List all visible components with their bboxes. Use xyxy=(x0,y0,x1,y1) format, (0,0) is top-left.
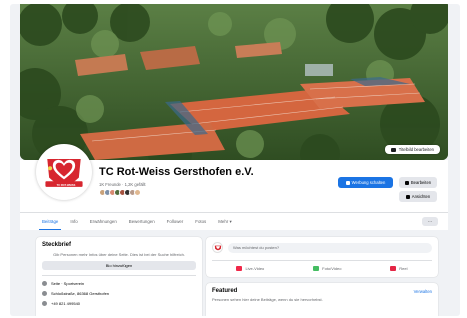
reel-button[interactable]: Reel xyxy=(390,266,408,271)
friend-avatars[interactable] xyxy=(99,189,141,196)
profile-header: TC ROT-WEISS TC Rot-Weiss Gersthofen e.V… xyxy=(20,144,448,212)
featured-title: Featured xyxy=(212,288,238,294)
phone-text: +49 821 499540 xyxy=(51,301,81,306)
divider xyxy=(42,275,196,276)
edit-cover-button[interactable]: Titelbild bearbeiten xyxy=(384,145,440,154)
location-pin-icon xyxy=(42,291,47,296)
live-video-button[interactable]: Live-Video xyxy=(236,266,264,271)
club-logo-icon xyxy=(38,146,90,198)
composer-input[interactable]: Was möchtest du posten? xyxy=(228,242,432,253)
logo-text: TC ROT-WEISS xyxy=(56,184,76,187)
add-bio-button[interactable]: Bio hinzufügen xyxy=(42,261,196,270)
composer-actions: Live-Video Foto/Video Reel xyxy=(212,260,432,271)
photo-icon xyxy=(313,266,320,271)
composer-avatar[interactable] xyxy=(212,242,223,253)
promote-button[interactable]: Werbung schalten xyxy=(338,177,393,188)
live-video-label: Live-Video xyxy=(245,266,265,271)
tab-photos[interactable]: Fotos xyxy=(189,213,212,230)
photo-video-button[interactable]: Foto/Video xyxy=(313,266,341,271)
address-text: Schloßstraße, 86368 Gersthofen xyxy=(51,291,110,296)
intro-title: Steckbrief xyxy=(42,242,72,248)
reel-label: Reel xyxy=(399,266,408,271)
friend-avatar xyxy=(134,189,141,196)
tab-posts[interactable]: Beiträge xyxy=(36,213,64,230)
facebook-page-screen: Titelbild bearbeiten TC ROT-WEISS TC Rot… xyxy=(10,4,460,316)
intro-text: Gib Personen mehr Infos über deine Seite… xyxy=(53,252,185,257)
club-logo-icon xyxy=(214,245,221,250)
tab-followers[interactable]: Follower xyxy=(161,213,190,230)
info-row: Schloßstraße, 86368 Gersthofen xyxy=(42,291,196,296)
featured-text: Personen sehen hier deine Beiträge, wenn… xyxy=(212,297,323,302)
eye-icon xyxy=(405,194,410,199)
video-camera-icon xyxy=(236,266,243,271)
featured-card: Featured Verwalten Personen sehen hier d… xyxy=(206,283,438,316)
page-title: TC Rot-Weiss Gersthofen e.V. xyxy=(99,166,254,178)
cover-photo: Titelbild bearbeiten xyxy=(20,4,448,160)
tabs-overflow-button[interactable]: ··· xyxy=(422,217,438,226)
view-button[interactable]: Ansichten xyxy=(399,191,437,202)
tab-about[interactable]: Info xyxy=(64,213,83,230)
phone-icon xyxy=(42,301,47,306)
edit-cover-label: Titelbild bearbeiten xyxy=(398,147,434,152)
edit-label: Bearbeiten xyxy=(410,180,432,185)
megaphone-icon xyxy=(345,180,350,185)
post-composer: Was möchtest du posten? Live-Video Foto/… xyxy=(206,237,438,277)
edit-button[interactable]: Bearbeiten xyxy=(399,177,437,188)
pencil-icon xyxy=(404,180,409,185)
page-subtitle: 1K Freunde · 1,2K gefällt xyxy=(99,182,146,187)
info-row: +49 821 499540 xyxy=(42,301,196,306)
tab-mentions[interactable]: Erwähnungen xyxy=(84,213,123,230)
reel-icon xyxy=(390,266,397,271)
tab-reviews[interactable]: Bewertungen xyxy=(123,213,161,230)
info-row: Seite · Sportverein xyxy=(42,281,196,286)
info-text: Seite · Sportverein xyxy=(51,281,85,286)
intro-card: Steckbrief Gib Personen mehr Infos über … xyxy=(36,237,202,316)
view-label: Ansichten xyxy=(411,194,431,199)
promote-label: Werbung schalten xyxy=(351,180,386,185)
page-tabs: Beiträge Info Erwähnungen Bewertungen Fo… xyxy=(20,212,448,230)
info-icon xyxy=(42,281,47,286)
photo-video-label: Foto/Video xyxy=(322,266,342,271)
manage-featured-link[interactable]: Verwalten xyxy=(414,289,432,294)
camera-icon xyxy=(390,147,396,152)
tab-more[interactable]: Mehr ▾ xyxy=(212,213,237,230)
avatar[interactable]: TC ROT-WEISS xyxy=(36,144,92,200)
